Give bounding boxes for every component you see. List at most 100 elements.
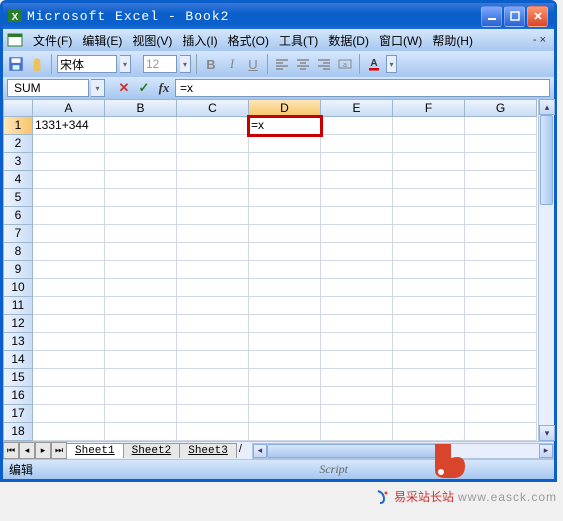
cell-A17[interactable] bbox=[33, 405, 105, 423]
cell-D16[interactable] bbox=[249, 387, 321, 405]
cell-C4[interactable] bbox=[177, 171, 249, 189]
cell-E12[interactable] bbox=[321, 315, 393, 333]
row-header[interactable]: 17 bbox=[3, 405, 33, 423]
sheet-tab[interactable]: Sheet3 bbox=[179, 443, 237, 458]
column-header[interactable]: E bbox=[321, 99, 393, 117]
cell-C5[interactable] bbox=[177, 189, 249, 207]
cell-A10[interactable] bbox=[33, 279, 105, 297]
cell-G8[interactable] bbox=[465, 243, 537, 261]
font-size-dropdown-icon[interactable]: ▾ bbox=[180, 55, 191, 73]
cell-G14[interactable] bbox=[465, 351, 537, 369]
font-name-box[interactable]: 宋体 bbox=[57, 55, 117, 73]
cell-F13[interactable] bbox=[393, 333, 465, 351]
cell-C10[interactable] bbox=[177, 279, 249, 297]
title-bar[interactable]: X Microsoft Excel - Book2 bbox=[3, 3, 554, 29]
cell-B11[interactable] bbox=[105, 297, 177, 315]
cell-F7[interactable] bbox=[393, 225, 465, 243]
row-header[interactable]: 13 bbox=[3, 333, 33, 351]
row-header[interactable]: 6 bbox=[3, 207, 33, 225]
cell-A15[interactable] bbox=[33, 369, 105, 387]
cell-A2[interactable] bbox=[33, 135, 105, 153]
cell-F9[interactable] bbox=[393, 261, 465, 279]
close-button[interactable] bbox=[527, 6, 548, 27]
cell-A4[interactable] bbox=[33, 171, 105, 189]
cell-E17[interactable] bbox=[321, 405, 393, 423]
cell-D9[interactable] bbox=[249, 261, 321, 279]
cell-G3[interactable] bbox=[465, 153, 537, 171]
cell-F18[interactable] bbox=[393, 423, 465, 441]
cell-B18[interactable] bbox=[105, 423, 177, 441]
name-box-dropdown-icon[interactable]: ▾ bbox=[91, 79, 105, 97]
cell-E5[interactable] bbox=[321, 189, 393, 207]
cell-F15[interactable] bbox=[393, 369, 465, 387]
cell-F3[interactable] bbox=[393, 153, 465, 171]
cell-F14[interactable] bbox=[393, 351, 465, 369]
cell-B15[interactable] bbox=[105, 369, 177, 387]
cancel-button[interactable]: ✕ bbox=[115, 79, 133, 97]
cell-G18[interactable] bbox=[465, 423, 537, 441]
cell-E2[interactable] bbox=[321, 135, 393, 153]
cell-A13[interactable] bbox=[33, 333, 105, 351]
italic-button[interactable]: I bbox=[223, 55, 241, 73]
row-header[interactable]: 18 bbox=[3, 423, 33, 441]
cell-D11[interactable] bbox=[249, 297, 321, 315]
cell-D10[interactable] bbox=[249, 279, 321, 297]
cell-B3[interactable] bbox=[105, 153, 177, 171]
row-header[interactable]: 12 bbox=[3, 315, 33, 333]
row-header[interactable]: 2 bbox=[3, 135, 33, 153]
cell-B1[interactable] bbox=[105, 117, 177, 135]
scroll-left-icon[interactable]: ◂ bbox=[253, 444, 267, 458]
cell-D6[interactable] bbox=[249, 207, 321, 225]
row-header[interactable]: 7 bbox=[3, 225, 33, 243]
cell-C16[interactable] bbox=[177, 387, 249, 405]
row-header[interactable]: 8 bbox=[3, 243, 33, 261]
cell-C14[interactable] bbox=[177, 351, 249, 369]
menu-format[interactable]: 格式(O) bbox=[224, 31, 273, 50]
cell-F2[interactable] bbox=[393, 135, 465, 153]
cell-B10[interactable] bbox=[105, 279, 177, 297]
row-header[interactable]: 9 bbox=[3, 261, 33, 279]
row-header[interactable]: 10 bbox=[3, 279, 33, 297]
menu-edit[interactable]: 编辑(E) bbox=[78, 31, 126, 50]
cell-E16[interactable] bbox=[321, 387, 393, 405]
cell-C18[interactable] bbox=[177, 423, 249, 441]
column-header[interactable]: F bbox=[393, 99, 465, 117]
cell-C12[interactable] bbox=[177, 315, 249, 333]
tab-nav-next-icon[interactable]: ▸ bbox=[35, 442, 51, 459]
cell-G10[interactable] bbox=[465, 279, 537, 297]
cell-G1[interactable] bbox=[465, 117, 537, 135]
save-icon[interactable] bbox=[7, 55, 25, 73]
cell-D1[interactable]: =x bbox=[249, 117, 321, 135]
cell-F5[interactable] bbox=[393, 189, 465, 207]
cell-C17[interactable] bbox=[177, 405, 249, 423]
cell-F12[interactable] bbox=[393, 315, 465, 333]
insert-function-button[interactable]: fx bbox=[155, 79, 173, 97]
cell-D2[interactable] bbox=[249, 135, 321, 153]
column-header[interactable]: B bbox=[105, 99, 177, 117]
cell-G15[interactable] bbox=[465, 369, 537, 387]
tab-nav-first-icon[interactable]: ⏮ bbox=[3, 442, 19, 459]
cell-A16[interactable] bbox=[33, 387, 105, 405]
horizontal-scroll-thumb[interactable] bbox=[267, 444, 447, 458]
cell-G4[interactable] bbox=[465, 171, 537, 189]
column-header[interactable]: C bbox=[177, 99, 249, 117]
underline-button[interactable]: U bbox=[244, 55, 262, 73]
font-color-button[interactable]: A bbox=[365, 55, 383, 73]
cell-D17[interactable] bbox=[249, 405, 321, 423]
cell-C9[interactable] bbox=[177, 261, 249, 279]
cell-B12[interactable] bbox=[105, 315, 177, 333]
cell-F6[interactable] bbox=[393, 207, 465, 225]
cell-B17[interactable] bbox=[105, 405, 177, 423]
enter-button[interactable]: ✓ bbox=[135, 79, 153, 97]
font-color-dropdown-icon[interactable]: ▾ bbox=[386, 55, 397, 73]
cell-B13[interactable] bbox=[105, 333, 177, 351]
tab-nav-prev-icon[interactable]: ◂ bbox=[19, 442, 35, 459]
cell-E6[interactable] bbox=[321, 207, 393, 225]
formula-input[interactable]: =x bbox=[175, 79, 550, 97]
merge-center-icon[interactable]: a bbox=[336, 55, 354, 73]
cell-D13[interactable] bbox=[249, 333, 321, 351]
cell-G13[interactable] bbox=[465, 333, 537, 351]
row-header[interactable]: 5 bbox=[3, 189, 33, 207]
cell-E1[interactable] bbox=[321, 117, 393, 135]
cell-E18[interactable] bbox=[321, 423, 393, 441]
